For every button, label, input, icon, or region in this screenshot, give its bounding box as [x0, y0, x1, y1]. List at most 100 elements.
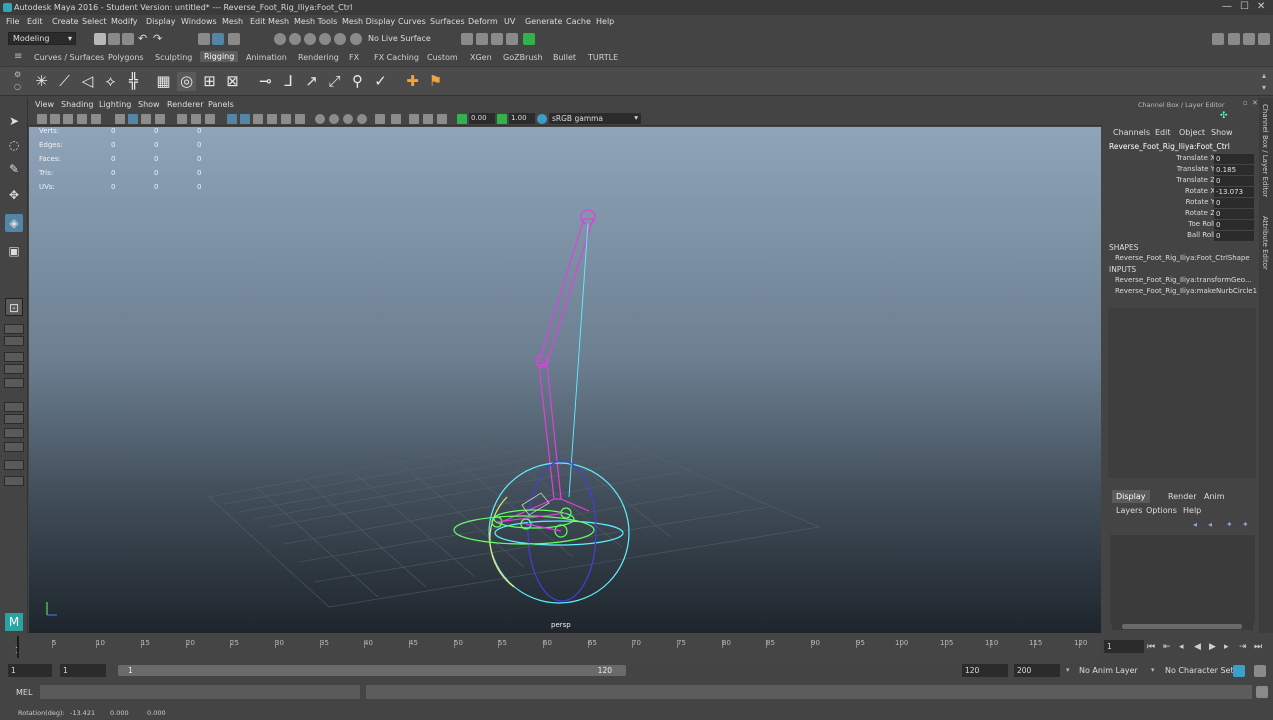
scene-canvas[interactable] [29, 127, 1101, 633]
animation-preferences-icon[interactable] [1254, 665, 1266, 677]
scale-tool-icon[interactable]: ▣ [5, 242, 23, 260]
select-tool-icon[interactable]: ➤ [5, 112, 23, 130]
image-plane-icon[interactable] [63, 114, 73, 124]
panel-menu-panels[interactable]: Panels [208, 100, 234, 109]
live-surface-icon[interactable] [350, 33, 362, 45]
shelf-scroll-up-icon[interactable]: ▴ [1262, 71, 1266, 80]
menu-curves[interactable]: Curves [398, 17, 426, 26]
script-editor-icon[interactable] [1256, 686, 1268, 698]
layer-scrollbar-thumb[interactable] [1122, 624, 1242, 629]
lattice-icon[interactable]: ◎ [177, 72, 196, 91]
move-layer-up-icon[interactable]: ◂ [1193, 520, 1197, 529]
shape-node[interactable]: Reverse_Foot_Rig_Iliya:Foot_CtrlShape [1115, 254, 1250, 262]
go-to-end-icon[interactable]: ⏭ [1254, 642, 1262, 652]
new-scene-icon[interactable] [94, 33, 106, 45]
film-gate-icon[interactable] [128, 114, 138, 124]
attr-label-toe-roll[interactable]: Toe Roll [1188, 220, 1215, 228]
channel-menu-show[interactable]: Show [1211, 128, 1233, 137]
snap-view-icon[interactable] [319, 33, 331, 45]
menu-generate[interactable]: Generate [525, 17, 562, 26]
depth-of-field-icon[interactable] [357, 114, 367, 124]
menu-mesh[interactable]: Mesh [222, 17, 243, 26]
render-frame-icon[interactable] [476, 33, 488, 45]
layer-scrollbar[interactable] [1112, 623, 1253, 630]
render-settings-icon[interactable] [506, 33, 518, 45]
xray-active-icon[interactable] [423, 114, 433, 124]
xray-icon[interactable] [391, 114, 401, 124]
panel-menu-renderer[interactable]: Renderer [167, 100, 204, 109]
snap-point-icon[interactable] [304, 33, 316, 45]
snap-grid-icon[interactable] [274, 33, 286, 45]
graph-layout-icon[interactable] [4, 378, 24, 388]
attr-value-rotate-x[interactable]: -13.073 [1214, 187, 1254, 197]
float-panel-icon[interactable]: ▫ [1243, 99, 1248, 107]
step-back-key-icon[interactable]: ⇤ [1163, 642, 1171, 652]
attr-label-rotate-y[interactable]: Rotate Y [1186, 198, 1215, 206]
move-layer-down-icon[interactable]: ◂ [1208, 520, 1212, 529]
side-tab-channel-box[interactable]: Channel Box / Layer Editor [1261, 104, 1269, 197]
menu-help[interactable]: Help [596, 17, 614, 26]
save-scene-icon[interactable] [122, 33, 134, 45]
command-input[interactable] [40, 685, 360, 699]
exposure-field[interactable]: 0.00 [469, 113, 495, 124]
toggle-channel-box-icon[interactable] [1258, 33, 1270, 45]
shelf-menu-icon[interactable]: ≡ [14, 51, 22, 62]
motion-blur-icon[interactable] [329, 114, 339, 124]
pole-vector-icon[interactable]: ✓ [371, 72, 390, 91]
render-layout-icon[interactable] [4, 442, 24, 452]
render-view-icon[interactable] [461, 33, 473, 45]
2d-pan-icon[interactable] [77, 114, 87, 124]
shelf-tab-turtle[interactable]: TURTLE [588, 53, 618, 62]
menu-modify[interactable]: Modify [111, 17, 138, 26]
toggle-tool-settings-icon[interactable] [1243, 33, 1255, 45]
auto-key-icon[interactable] [1233, 665, 1245, 677]
shelf-tab-custom[interactable]: Custom [427, 53, 458, 62]
attr-label-ball-roll[interactable]: Ball Roll [1187, 231, 1215, 239]
attr-value-rotate-y[interactable]: 0 [1214, 198, 1254, 208]
ik-spline-icon[interactable]: ◁ [78, 72, 97, 91]
quick-rig-icon[interactable]: ⚑ [426, 72, 445, 91]
menu-windows[interactable]: Windows [181, 17, 217, 26]
xray-joints-icon[interactable] [409, 114, 419, 124]
animation-end-field[interactable]: 200 [1014, 664, 1060, 677]
panel-menu-show[interactable]: Show [138, 100, 160, 109]
attr-value-toe-roll[interactable]: 0 [1214, 220, 1254, 230]
gamma-field[interactable]: 1.00 [509, 113, 535, 124]
move-tool-icon[interactable]: ✥ [5, 186, 23, 204]
shadows-icon[interactable] [295, 114, 305, 124]
current-frame-field[interactable]: 1 [1104, 640, 1144, 653]
snap-surface-icon[interactable] [334, 33, 346, 45]
step-back-frame-icon[interactable]: ◂ [1179, 642, 1184, 652]
rotate-tool-icon[interactable]: ◈ [5, 214, 23, 232]
attr-label-rotate-z[interactable]: Rotate Z [1185, 209, 1215, 217]
shelf-tab-sculpting[interactable]: Sculpting [155, 53, 192, 62]
toggle-attribute-editor-icon[interactable] [1228, 33, 1240, 45]
backface-cull-icon[interactable] [437, 114, 447, 124]
exposure-icon[interactable] [457, 114, 467, 124]
layer-menu-options[interactable]: Options [1146, 506, 1177, 515]
grease-pencil-icon[interactable] [91, 114, 101, 124]
layer-list[interactable] [1110, 535, 1255, 623]
shelf-scroll-down-icon[interactable]: ▾ [1262, 83, 1266, 92]
anim-layer-label[interactable]: No Anim Layer [1079, 666, 1138, 675]
outliner-layout-icon[interactable] [4, 364, 24, 374]
layer-tab-display[interactable]: Display [1112, 490, 1150, 503]
channel-menu-edit[interactable]: Edit [1155, 128, 1171, 137]
isolate-select-icon[interactable] [375, 114, 385, 124]
script-language-label[interactable]: MEL [16, 688, 32, 697]
menu-deform[interactable]: Deform [468, 17, 498, 26]
color-management-icon[interactable] [537, 114, 547, 124]
lasso-tool-icon[interactable]: ◌ [5, 136, 23, 154]
point-constraint-icon[interactable]: ⊸ [256, 72, 275, 91]
shelf-tab-xgen[interactable]: XGen [470, 53, 492, 62]
attr-label-translate-y[interactable]: Translate Y [1177, 165, 1215, 173]
paint-weights-icon[interactable]: ⊠ [223, 72, 242, 91]
menu-select[interactable]: Select [82, 17, 107, 26]
camera-attributes-icon[interactable] [37, 114, 47, 124]
open-scene-icon[interactable] [108, 33, 120, 45]
select-object-icon[interactable] [212, 33, 224, 45]
attr-value-translate-x[interactable]: 0 [1214, 154, 1254, 164]
anti-aliasing-icon[interactable] [343, 114, 353, 124]
new-layer-selected-icon[interactable]: ✦ [1242, 520, 1249, 529]
character-set-dropdown-icon[interactable]: ▾ [1151, 666, 1155, 674]
